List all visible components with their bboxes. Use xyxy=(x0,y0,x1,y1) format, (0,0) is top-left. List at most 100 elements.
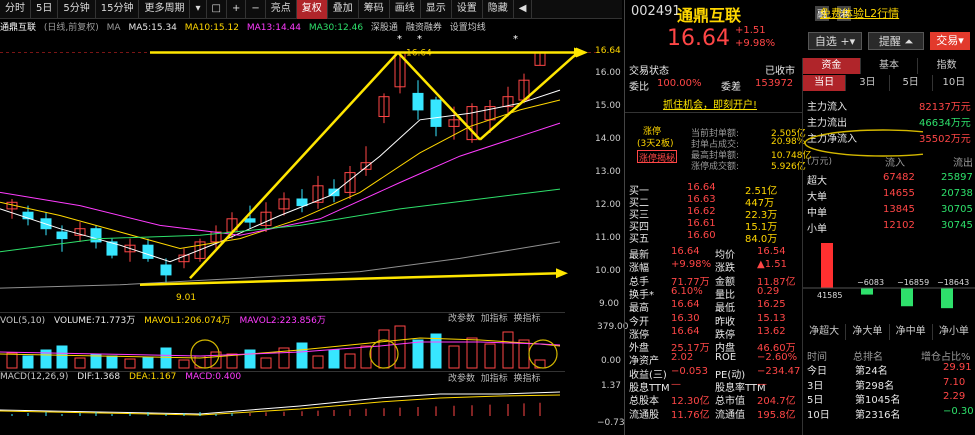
menu-shengutong[interactable]: 深股通 xyxy=(371,23,398,33)
toolbar-button-6[interactable]: □ xyxy=(207,0,227,19)
toolbar-button-15[interactable]: 设置 xyxy=(452,0,483,19)
volume-bar xyxy=(412,339,424,369)
stat-value: −234.47 xyxy=(757,365,801,377)
toolbar-button-7[interactable]: + xyxy=(227,0,247,19)
price-axis-label: 15.00 xyxy=(595,100,621,111)
stat-label: 涨停 xyxy=(629,329,649,341)
stat-label: 量比 xyxy=(715,289,735,301)
macd-add-button[interactable]: 加指标 xyxy=(481,374,508,384)
stat-label: 收益(三) xyxy=(629,369,667,381)
net-flow-label: −18643 xyxy=(937,278,969,287)
macd-macd: MACD:0.400 xyxy=(185,372,242,382)
toolbar-button-17[interactable]: ◀ xyxy=(514,0,533,19)
rank-ratio: 7.10 xyxy=(943,376,966,388)
volume-bar xyxy=(160,347,172,369)
vol-axis-top: 379.00 xyxy=(597,322,629,332)
l2-trial-link[interactable]: 免费体验L2行情 xyxy=(820,5,899,21)
toolbar-button-10[interactable]: 复权 xyxy=(296,0,328,19)
toolbar-button-5[interactable]: ▾ xyxy=(190,0,207,19)
flow-row-label: 中单 xyxy=(807,208,827,219)
ma13-value: MA13:14.44 xyxy=(246,23,301,33)
mavol2-line xyxy=(0,341,561,357)
fund-tab-0[interactable]: 资金 xyxy=(803,58,861,74)
toolbar-button-4[interactable]: 更多周期 xyxy=(139,0,191,19)
stat-label: 最新 xyxy=(629,250,649,261)
alert-button[interactable]: 提醒 ⏶ xyxy=(868,32,924,50)
stat-label: 最高 xyxy=(629,303,649,315)
stat-value: 13.62 xyxy=(757,325,786,337)
macd-axis-bottom: −0.73 xyxy=(597,418,625,428)
rank-time: 10日 xyxy=(807,409,830,421)
toolbar-button-11[interactable]: 叠加 xyxy=(328,0,359,19)
marker-star: * xyxy=(513,34,518,45)
toolbar-button-8[interactable]: − xyxy=(246,0,266,19)
net-flow-bar xyxy=(821,243,833,288)
orderbook-price: 16.60 xyxy=(687,230,716,241)
stat-value: 11.76亿 xyxy=(671,409,710,421)
macd-switch-button[interactable]: 换指标 xyxy=(514,374,541,384)
stat-value: 16.30 xyxy=(671,312,700,324)
toolbar-button-3[interactable]: 15分钟 xyxy=(96,0,140,19)
stat-value: 195.8亿 xyxy=(757,409,796,421)
stat-label: 流通股 xyxy=(629,409,659,421)
weicha-label: 委差 xyxy=(721,82,741,93)
flow-out-value: 20738 xyxy=(941,188,973,199)
rank-ratio: 29.91 xyxy=(943,362,972,373)
rank-ratio-header: 增仓占比% xyxy=(921,352,971,363)
price-axis-label: 9.00 xyxy=(598,298,619,309)
vol-params-button[interactable]: 改参数 xyxy=(448,314,475,324)
fund-sub-tab-2[interactable]: 5日 xyxy=(890,75,933,91)
candle-body xyxy=(244,218,256,223)
add-watchlist-button[interactable]: 自选 +▾ xyxy=(808,32,862,50)
net-tab-1[interactable]: 净大单 xyxy=(846,324,890,340)
stat-label: 股息TTM xyxy=(629,383,670,394)
rank-value: 第1045名 xyxy=(855,395,901,406)
flow-out-value: 30745 xyxy=(941,220,973,231)
stat-label: 换手* xyxy=(629,289,654,301)
menu-set-ma[interactable]: 设置均线 xyxy=(450,23,486,33)
net-tab-0[interactable]: 净超大 xyxy=(803,324,847,340)
limit-reveal-button[interactable]: 涨停揭秘 xyxy=(637,150,678,164)
net-flow-label: 41585 xyxy=(817,291,842,300)
toolbar-button-9[interactable]: 亮点 xyxy=(266,0,297,19)
menu-rongzi[interactable]: 融资融券 xyxy=(406,23,442,33)
toolbar-button-12[interactable]: 筹码 xyxy=(359,0,390,19)
candle-body xyxy=(412,92,424,111)
net-tab-3[interactable]: 净小单 xyxy=(933,324,975,340)
fund-sub-tab-1[interactable]: 3日 xyxy=(846,75,890,91)
main-flow-label: 主力流入 xyxy=(807,102,847,113)
price-axis-label: 12.00 xyxy=(595,199,621,210)
toolbar-button-14[interactable]: 显示 xyxy=(421,0,452,19)
orderbook-label: 买五 xyxy=(629,234,649,245)
stat-value: 71.77万 xyxy=(671,276,710,288)
toolbar-button-13[interactable]: 画线 xyxy=(390,0,421,19)
toolbar-button-16[interactable]: 隐藏 xyxy=(483,0,514,19)
chart-mode: (日线,前复权) xyxy=(43,23,99,33)
fund-tab-1[interactable]: 基本 xyxy=(861,58,919,74)
macd-params-button[interactable]: 改参数 xyxy=(448,374,475,384)
price-axis-label: 11.00 xyxy=(595,232,621,243)
macd-name: MACD(12,26,9) xyxy=(0,372,69,382)
trade-button[interactable]: 交易▾ xyxy=(930,32,970,50)
toolbar-button-1[interactable]: 5日 xyxy=(31,0,59,19)
fund-tab-2[interactable]: 指数 xyxy=(918,58,975,74)
limit-sub: (3天2板) xyxy=(637,139,674,149)
vol-add-button[interactable]: 加指标 xyxy=(481,314,508,324)
net-tab-2[interactable]: 净中单 xyxy=(890,324,933,340)
vol-switch-button[interactable]: 换指标 xyxy=(514,314,541,324)
stat-value: 16.64 xyxy=(671,325,700,337)
fund-sub-tab-0[interactable]: 当日 xyxy=(803,75,847,91)
promo-link[interactable]: 抓住机会，即刻开户! xyxy=(663,96,757,111)
weibi-value: 100.00% xyxy=(657,78,702,89)
toolbar-button-2[interactable]: 5分钟 xyxy=(58,0,96,19)
stat-label: 金额 xyxy=(715,276,735,288)
fund-sub-tab-3[interactable]: 10日 xyxy=(933,75,975,91)
arrow-head xyxy=(556,268,568,279)
main-flow-label: 主力流出 xyxy=(807,118,847,129)
macd-panel-buttons: 改参数 加指标 换指标 xyxy=(448,371,541,384)
toolbar-button-0[interactable]: 分时 xyxy=(0,0,31,19)
flow-in-value: 12102 xyxy=(883,220,915,231)
candlestick-chart[interactable]: 9.01 16.64 * * * xyxy=(0,34,596,310)
volume-bar xyxy=(22,355,34,369)
stat-label: 跌停 xyxy=(715,329,735,341)
